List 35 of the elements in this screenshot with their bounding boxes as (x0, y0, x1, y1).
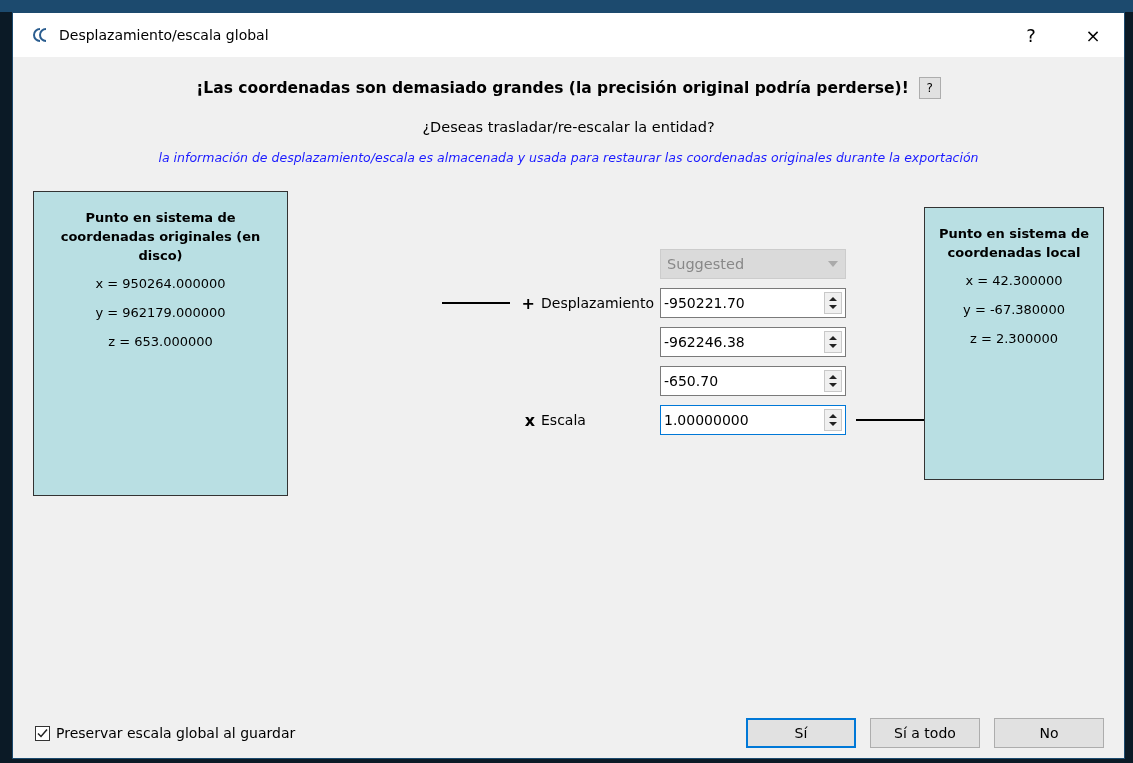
connector-line (856, 419, 924, 421)
number-field[interactable]: -962246.38 (660, 327, 846, 357)
window-title: Desplazamiento/escala global (59, 27, 270, 43)
panel-title: Punto en sistema de coordenadas local (937, 225, 1091, 262)
coordinate-text: z = 2.300000 (970, 330, 1058, 348)
shift-label: Desplazamiento (541, 295, 655, 311)
coordinate-text: y = 962179.000000 (95, 304, 226, 322)
spinner-arrows-icon[interactable] (824, 370, 842, 392)
number-field[interactable]: 1.00000000 (660, 405, 846, 435)
question-text: ¿Deseas trasladar/re-escalar la entidad? (421, 119, 716, 135)
help-button[interactable]: ? (918, 77, 941, 99)
dialog-button[interactable]: No (994, 718, 1104, 748)
number-field[interactable]: -650.70 (660, 366, 846, 396)
dialog-button[interactable]: Sí (746, 718, 856, 748)
connector-line (441, 302, 510, 304)
panel-title: Punto en sistema de coordenadas originales (en disco) (59, 209, 262, 265)
multiply-symbol: x (524, 410, 535, 430)
coordinate-text: x = 42.300000 (965, 272, 1063, 290)
scale-label: Escala (541, 412, 586, 428)
coordinate-text: z = 653.000000 (108, 333, 213, 351)
dropdown-arrow-icon (827, 260, 839, 268)
dialog-button[interactable]: Sí a todo (870, 718, 980, 748)
help-button[interactable]: ? (1000, 13, 1062, 57)
warning-heading: ¡Las coordenadas son demasiado grandes (la precisión original podría perderse)! (196, 79, 909, 97)
coordinate-text: y = -67.380000 (963, 301, 1065, 319)
info-text: la información de desplazamiento/escala es almacenada y usada para restaurar las coordenadas originales durante la exportación (157, 150, 980, 165)
checkbox[interactable] (35, 725, 50, 741)
coordinate-text: x = 950264.000000 (95, 275, 226, 293)
spinner-arrows-icon[interactable] (824, 331, 842, 353)
checkbox-label[interactable]: Preservar escala global al guardar (56, 725, 296, 741)
number-field[interactable]: -950221.70 (660, 288, 846, 318)
close-button[interactable]: × (1062, 13, 1124, 57)
spinner-arrows-icon[interactable] (824, 409, 842, 431)
plus-symbol: + (521, 293, 535, 313)
spinner-arrows-icon[interactable] (824, 292, 842, 314)
